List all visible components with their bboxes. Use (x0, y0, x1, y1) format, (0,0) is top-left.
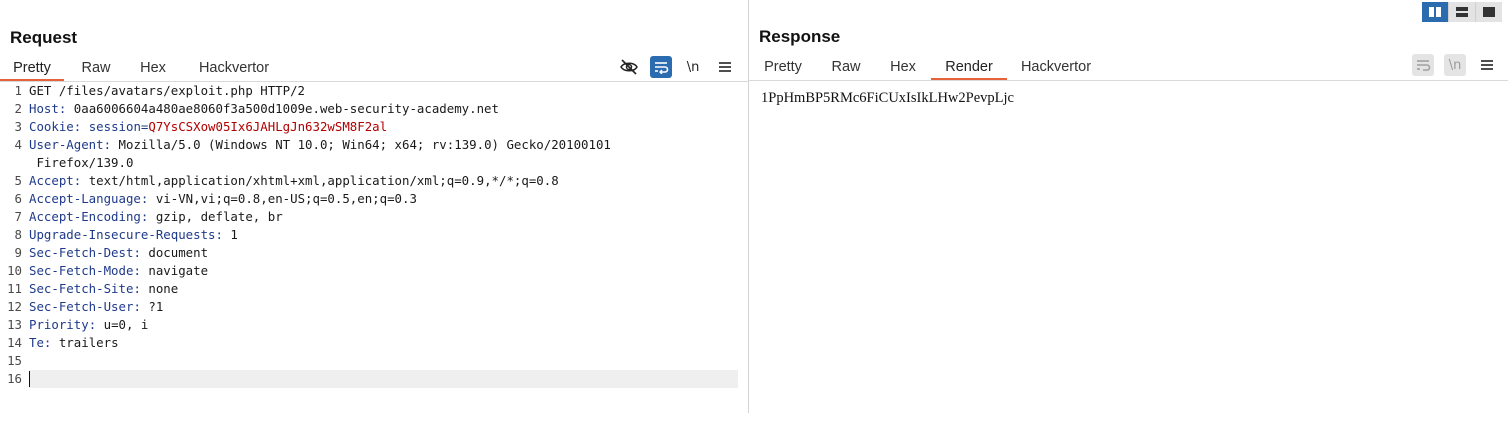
current-line-highlight[interactable] (29, 370, 738, 388)
newline-toggle[interactable]: \n (682, 56, 704, 78)
request-line: 13 Priority: u=0, i (0, 316, 738, 334)
eye-slash-icon[interactable] (618, 56, 640, 78)
line-number: 13 (7, 317, 22, 332)
request-line-text: GET /files/avatars/exploit.php HTTP/2 (29, 83, 306, 98)
header-value: none (140, 281, 179, 296)
header-name: Sec-Fetch-Site (29, 281, 134, 296)
request-line: 5 Accept: text/html,application/xhtml+xm… (0, 172, 738, 190)
wrap-lines-icon[interactable] (1412, 54, 1434, 76)
response-title: Response (759, 27, 841, 46)
response-tab-hackvertor[interactable]: Hackvertor (1007, 56, 1105, 80)
rendered-response-text: 1PpHmBP5RMc6FiCUxIsIkLHw2PevpLjc (761, 90, 1014, 106)
header-value: ?1 (140, 299, 164, 314)
request-line: 2 Host: 0aa6006604a480ae8060f3a500d1009e… (0, 100, 738, 118)
request-line-current: 16 (0, 370, 738, 388)
header-value-wrap: Firefox/139.0 (29, 155, 134, 170)
line-number: 8 (14, 227, 22, 242)
request-pane: Request Pretty Raw Hex Hackvertor \n 1 G… (0, 0, 748, 413)
header-name: Te (29, 335, 44, 350)
header-name: Cookie (29, 119, 74, 134)
header-value: 1 (222, 227, 238, 242)
response-toolbar: \n (1402, 54, 1498, 76)
request-toolbar: \n (608, 56, 736, 78)
header-name: Accept-Language (29, 191, 141, 206)
request-line: 6 Accept-Language: vi-VN,vi;q=0.8,en-US;… (0, 190, 738, 208)
header-value: navigate (140, 263, 209, 278)
header-name: Upgrade-Insecure-Requests (29, 227, 216, 242)
header-name: Sec-Fetch-User (29, 299, 134, 314)
wrap-lines-icon[interactable] (650, 56, 672, 78)
header-name: Host (29, 101, 59, 116)
request-line: 9 Sec-Fetch-Dest: document (0, 244, 738, 262)
header-name: Sec-Fetch-Mode (29, 263, 134, 278)
request-tab-hackvertor[interactable]: Hackvertor (178, 57, 290, 81)
hamburger-menu-icon[interactable] (1476, 54, 1498, 76)
header-name: Sec-Fetch-Dest (29, 245, 134, 260)
line-number: 1 (14, 83, 22, 98)
header-name: Priority (29, 317, 89, 332)
response-tab-pretty[interactable]: Pretty (749, 56, 817, 80)
request-line: 4 User-Agent: Mozilla/5.0 (Windows NT 10… (0, 136, 738, 172)
request-line: 1 GET /files/avatars/exploit.php HTTP/2 (0, 82, 738, 100)
header-name: User-Agent (29, 137, 104, 152)
response-tab-divider (749, 80, 1508, 81)
request-line: 10 Sec-Fetch-Mode: navigate (0, 262, 738, 280)
response-tabs: Pretty Raw Hex Render Hackvertor (749, 56, 1105, 80)
header-value: Mozilla/5.0 (Windows NT 10.0; Win64; x64… (111, 137, 611, 152)
line-number: 10 (7, 263, 22, 278)
line-number: 6 (14, 191, 22, 206)
request-line: 8 Upgrade-Insecure-Requests: 1 (0, 226, 738, 244)
header-value: text/html,application/xhtml+xml,applicat… (81, 173, 559, 188)
header-value: 0aa6006604a480ae8060f3a500d1009e.web-sec… (66, 101, 499, 116)
response-pane: Response Pretty Raw Hex Render Hackverto… (749, 0, 1508, 413)
line-number: 12 (7, 299, 22, 314)
request-line: 15 (0, 352, 738, 370)
line-number: 3 (14, 119, 22, 134)
line-number: 5 (14, 173, 22, 188)
line-number: 7 (14, 209, 22, 224)
request-tab-hex[interactable]: Hex (128, 57, 178, 81)
line-number: 16 (7, 371, 22, 386)
response-tab-raw[interactable]: Raw (817, 56, 875, 80)
line-number: 14 (7, 335, 22, 350)
line-number: 11 (7, 281, 22, 296)
header-name: Accept-Encoding (29, 209, 141, 224)
request-tab-pretty[interactable]: Pretty (0, 57, 64, 81)
line-number: 9 (14, 245, 22, 260)
request-tab-raw[interactable]: Raw (64, 57, 128, 81)
cookie-value: Q7YsCSXow05Ix6JAHLgJn632wSM8F2al (148, 119, 388, 134)
header-name: Accept (29, 173, 74, 188)
request-line: 11 Sec-Fetch-Site: none (0, 280, 738, 298)
hamburger-menu-icon[interactable] (714, 56, 736, 78)
request-line: 12 Sec-Fetch-User: ?1 (0, 298, 738, 316)
header-value: document (140, 245, 209, 260)
request-line: 14 Te: trailers (0, 334, 738, 352)
text-caret (29, 371, 30, 387)
request-editor[interactable]: 1 GET /files/avatars/exploit.php HTTP/2 … (0, 82, 738, 388)
header-value: vi-VN,vi;q=0.8,en-US;q=0.5,en;q=0.3 (148, 191, 417, 206)
header-value: trailers (51, 335, 119, 350)
line-number: 4 (14, 137, 22, 152)
header-value: u=0, i (96, 317, 149, 332)
request-title: Request (10, 28, 78, 47)
response-tab-hex[interactable]: Hex (875, 56, 931, 80)
newline-toggle[interactable]: \n (1444, 54, 1466, 76)
request-line: 7 Accept-Encoding: gzip, deflate, br (0, 208, 738, 226)
response-tab-render[interactable]: Render (931, 56, 1007, 80)
header-value: gzip, deflate, br (148, 209, 283, 224)
line-number: 2 (14, 101, 22, 116)
line-number: 15 (7, 353, 22, 368)
request-tabs: Pretty Raw Hex Hackvertor (0, 57, 290, 81)
request-line: 3 Cookie: session=Q7YsCSXow05Ix6JAHLgJn6… (0, 118, 738, 136)
cookie-name: session (88, 119, 141, 134)
